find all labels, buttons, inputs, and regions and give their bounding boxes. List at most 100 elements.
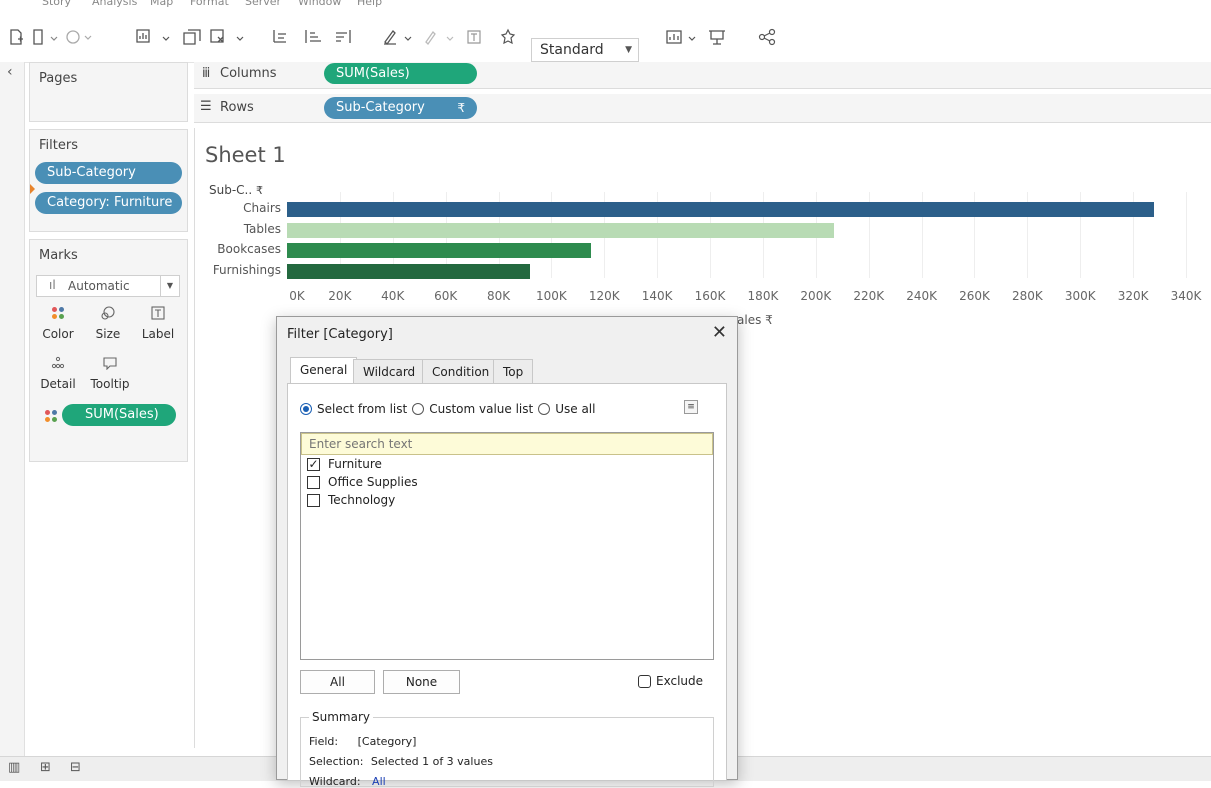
color-dots-icon [36,305,80,327]
tab-wildcard[interactable]: Wildcard [353,359,426,383]
summary-wildcard-row: Wildcard: All [309,775,386,788]
x-tick-label: 100K [536,289,567,303]
radio-label[interactable]: Select from list [317,402,407,416]
menu-format[interactable]: Format [190,0,229,8]
new-dashboard-tab-icon[interactable]: ⊞ [40,760,51,775]
new-story-tab-icon[interactable]: ⊟ [70,760,81,775]
x-tick-label: 160K [694,289,726,303]
tab-top[interactable]: Top [493,359,534,383]
row-header-sub-category[interactable]: Sub-C.. ₹ [209,183,263,197]
menu-help[interactable]: Help [357,0,382,8]
menu-story[interactable]: Story [42,0,71,8]
bar-chairs[interactable] [287,202,1155,217]
highlight-icon[interactable] [380,24,416,50]
color-label: Color [42,327,74,341]
new-datasource-icon[interactable] [6,24,26,50]
checkbox-unchecked[interactable] [307,475,320,489]
x-axis-title-text: ales [737,313,762,327]
fix-axes-pin-icon[interactable] [495,24,521,50]
bar-bookcases[interactable] [287,243,592,258]
label-button[interactable]: Label [136,305,180,349]
sort-descending-icon[interactable] [330,24,356,50]
tooltip-label: Tooltip [90,377,130,391]
tab-general[interactable]: General [290,357,358,384]
duplicate-sheet-icon[interactable] [179,24,207,50]
exclude-toggle[interactable]: Exclude [638,674,703,688]
color-button[interactable]: Color [36,305,80,349]
filter-pill-sub-category[interactable]: Sub-Category [35,162,182,184]
category-label[interactable]: Bookcases [191,242,281,256]
radio-use-all[interactable] [538,403,551,415]
x-tick-label: 300K [1064,289,1096,303]
category-label[interactable]: Tables [191,222,281,236]
pause-updates-icon[interactable] [30,24,62,50]
bar-furnishings[interactable] [287,263,531,279]
fit-dropdown[interactable]: Standard ▼ [531,38,639,62]
radio-label[interactable]: Use all [555,402,595,416]
show-mark-labels-icon[interactable] [463,24,485,50]
category-label[interactable]: Furnishings [191,263,281,277]
toolbar: Standard ▼ [0,14,1211,63]
clear-sheet-icon[interactable] [208,24,248,50]
chevron-down-icon: ▼ [160,276,179,296]
new-worksheet-icon[interactable] [134,24,174,50]
radio-custom-value-list[interactable] [412,403,425,415]
tab-label: Top [503,365,524,379]
radio-select-from-list[interactable] [300,403,312,415]
menu-window[interactable]: Window [298,0,341,8]
filter-pill-category-furniture[interactable]: Category: Furniture [35,192,182,214]
summary-selection-label: Selection: [309,755,364,768]
sort-icon[interactable]: ₹ [256,184,263,197]
pages-title: Pages [39,71,78,86]
share-icon[interactable] [754,24,780,50]
list-options-icon[interactable]: ≡ [684,400,698,414]
tab-label: Condition [432,365,490,379]
x-tick-label: 60K [434,289,458,303]
x-tick-label: 80K [486,289,511,303]
category-label[interactable]: Chairs [191,201,281,215]
mark-type-dropdown[interactable]: ıl Automatic ▼ [36,275,180,297]
all-button[interactable]: All [300,670,375,694]
exclude-checkbox[interactable] [638,674,651,688]
sort-icon[interactable]: ₹ [765,313,773,327]
list-item-office-supplies[interactable]: Office Supplies [307,475,418,489]
marks-title: Marks [39,248,78,263]
sort-ascending-icon[interactable] [300,24,326,50]
none-button[interactable]: None [383,670,460,694]
detail-button[interactable]: Detail [36,355,80,399]
summary-wildcard-value: All [372,775,386,788]
radio-label[interactable]: Custom value list [429,402,533,416]
refresh-icon[interactable] [64,24,94,50]
rows-pill-sub-category[interactable]: Sub-Category ₹ [324,97,477,119]
menu-analysis[interactable]: Analysis [92,0,137,8]
group-members-icon[interactable] [420,24,460,50]
tooltip-button[interactable]: Tooltip [86,355,134,399]
close-icon[interactable]: ✕ [712,322,727,343]
gridline [1186,192,1187,278]
swap-rows-columns-icon[interactable] [268,24,294,50]
checkbox-checked[interactable]: ✓ [307,457,320,471]
filters-title: Filters [39,138,78,153]
tab-condition[interactable]: Condition [422,359,500,383]
columns-pill-sum-sales[interactable]: SUM(Sales) [324,63,477,84]
new-worksheet-tab-icon[interactable]: ▥ [8,760,20,775]
list-item-furniture[interactable]: ✓ Furniture [307,457,382,471]
x-axis-title[interactable]: ales ₹ [737,313,773,327]
presentation-mode-icon[interactable] [704,24,730,50]
pages-shelf[interactable]: Pages [29,62,188,122]
summary-selection-value: Selected 1 of 3 values [370,755,493,768]
search-input[interactable] [301,433,713,455]
collapse-arrow-icon[interactable]: ‹ [7,64,13,80]
bar-tables[interactable] [287,222,835,238]
size-button[interactable]: Size [86,305,130,349]
menu-server[interactable]: Server [245,0,281,8]
size-icon [86,305,130,327]
list-item-label: Office Supplies [328,475,418,489]
show-cards-icon[interactable] [664,24,700,50]
menu-map[interactable]: Map [150,0,173,8]
checkbox-unchecked[interactable] [307,493,320,507]
dialog-title: Filter [Category] [287,327,393,342]
sheet-title: Sheet 1 [205,143,286,167]
marks-pill-sum-sales[interactable]: SUM(Sales) [62,404,176,426]
list-item-technology[interactable]: Technology [307,493,395,507]
